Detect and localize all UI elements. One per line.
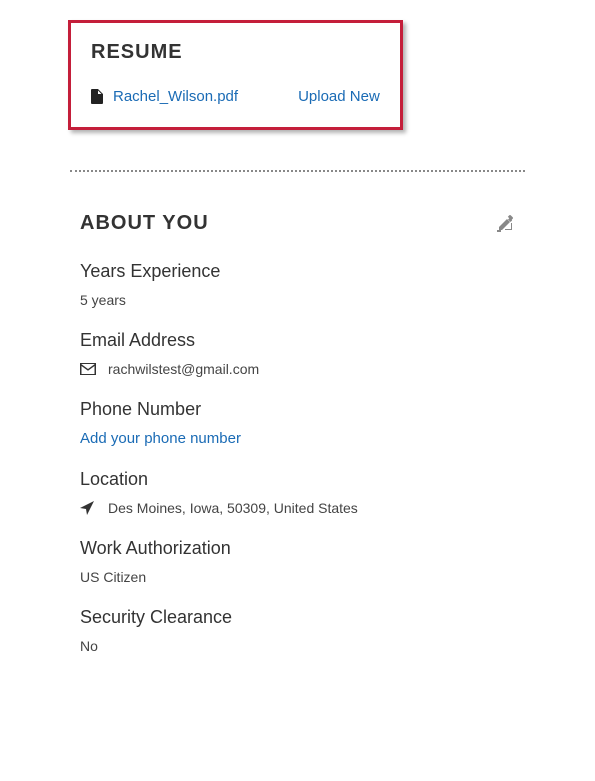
upload-new-link[interactable]: Upload New	[298, 88, 380, 105]
edit-icon[interactable]	[497, 215, 515, 233]
email-label: Email Address	[80, 330, 515, 351]
email-value-row: rachwilstest@gmail.com	[80, 361, 515, 377]
email-value: rachwilstest@gmail.com	[108, 361, 259, 377]
resume-section: RESUME Rachel_Wilson.pdf Upload New	[68, 20, 403, 130]
work-auth-label: Work Authorization	[80, 538, 515, 559]
location-arrow-icon	[80, 501, 96, 515]
add-phone-link[interactable]: Add your phone number	[80, 430, 515, 447]
envelope-icon	[80, 363, 96, 375]
about-heading: ABOUT YOU	[80, 212, 209, 235]
years-experience-label: Years Experience	[80, 261, 515, 282]
location-value: Des Moines, Iowa, 50309, United States	[108, 500, 358, 516]
phone-field: Phone Number Add your phone number	[80, 399, 515, 447]
section-divider	[70, 170, 525, 172]
work-auth-field: Work Authorization US Citizen	[80, 538, 515, 585]
location-value-row: Des Moines, Iowa, 50309, United States	[80, 500, 515, 516]
about-header: ABOUT YOU	[80, 212, 515, 235]
security-clearance-field: Security Clearance No	[80, 607, 515, 654]
years-experience-value: 5 years	[80, 292, 515, 308]
resume-file-link[interactable]: Rachel_Wilson.pdf	[113, 88, 238, 105]
years-experience-field: Years Experience 5 years	[80, 261, 515, 308]
work-auth-value: US Citizen	[80, 569, 515, 585]
security-clearance-label: Security Clearance	[80, 607, 515, 628]
resume-heading: RESUME	[91, 41, 380, 64]
location-label: Location	[80, 469, 515, 490]
location-field: Location Des Moines, Iowa, 50309, United…	[80, 469, 515, 516]
file-icon	[91, 89, 103, 104]
resume-file-row: Rachel_Wilson.pdf Upload New	[91, 88, 380, 105]
phone-label: Phone Number	[80, 399, 515, 420]
email-field: Email Address rachwilstest@gmail.com	[80, 330, 515, 377]
security-clearance-value: No	[80, 638, 515, 654]
